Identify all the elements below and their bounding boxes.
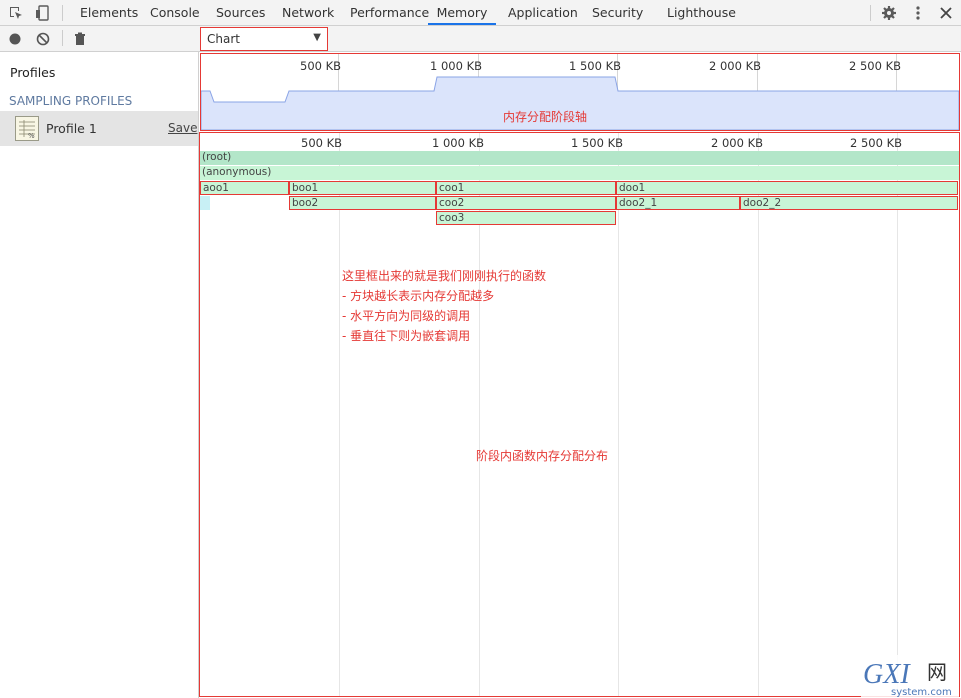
frame-doo2-1[interactable]: doo2_1: [616, 196, 740, 210]
frame-coo2[interactable]: coo2: [436, 196, 616, 210]
frame-doo2-2[interactable]: doo2_2: [740, 196, 958, 210]
view-select[interactable]: Chart ▼: [200, 27, 328, 51]
divider: [870, 5, 871, 21]
svg-text:system.com: system.com: [891, 687, 952, 698]
axis-label: 1 000 KB: [432, 136, 485, 150]
profile-item[interactable]: % Profile 1 Save: [0, 111, 198, 146]
close-icon[interactable]: [937, 4, 955, 22]
trash-icon[interactable]: [72, 31, 88, 47]
tab-elements[interactable]: Elements: [80, 0, 138, 25]
axis-label: 2 000 KB: [711, 136, 764, 150]
flame-chart[interactable]: 500 KB 1 000 KB 1 500 KB 2 000 KB 2 500 …: [199, 132, 960, 697]
more-options-icon[interactable]: [909, 4, 927, 22]
frame-root[interactable]: (root): [200, 151, 959, 165]
settings-gear-icon[interactable]: [880, 4, 898, 22]
frame-coo1[interactable]: coo1: [436, 181, 616, 195]
profiler-toolbar: [0, 26, 199, 52]
tab-memory[interactable]: Memory: [428, 0, 496, 25]
annotation-line: - 方块越长表示内存分配越多: [342, 289, 495, 303]
svg-text:%: %: [28, 132, 35, 140]
clear-icon[interactable]: [35, 31, 51, 47]
tab-network[interactable]: Network: [282, 0, 334, 25]
allocation-overview[interactable]: 500 KB 1 000 KB 1 500 KB 2 000 KB 2 500 …: [200, 53, 960, 131]
save-link[interactable]: Save: [168, 121, 197, 135]
svg-text:网: 网: [927, 660, 947, 684]
frame-coo3[interactable]: coo3: [436, 211, 616, 225]
tab-application[interactable]: Application: [508, 0, 578, 25]
site-watermark-logo: GXI 网 system.com: [861, 655, 959, 698]
profile-report-icon: %: [15, 116, 39, 141]
profiles-heading: Profiles: [10, 65, 56, 80]
sampling-profiles-heading: SAMPLING PROFILES: [9, 94, 133, 108]
record-icon[interactable]: [7, 31, 23, 47]
tab-console[interactable]: Console: [150, 0, 200, 25]
tab-lighthouse[interactable]: Lighthouse: [667, 0, 736, 25]
frame-aoo1[interactable]: aoo1: [200, 181, 289, 195]
axis-gridline: [339, 133, 340, 696]
axis-gridline: [758, 133, 759, 696]
frame-doo1[interactable]: doo1: [616, 181, 958, 195]
profile-name: Profile 1: [46, 121, 97, 136]
frame-small[interactable]: [200, 196, 210, 210]
divider: [62, 30, 63, 46]
axis-label: 2 500 KB: [850, 136, 903, 150]
frame-boo1[interactable]: boo1: [289, 181, 436, 195]
annotation-line: 这里框出来的就是我们刚刚执行的函数: [342, 269, 547, 283]
chevron-down-icon: ▼: [313, 32, 321, 43]
device-toolbar-icon[interactable]: [33, 4, 51, 22]
frame-boo2[interactable]: boo2: [289, 196, 436, 210]
svg-text:GXI: GXI: [863, 659, 911, 690]
tab-sources[interactable]: Sources: [216, 0, 265, 25]
profiles-sidebar: Profiles SAMPLING PROFILES % Profile 1 S…: [0, 52, 199, 698]
divider: [62, 5, 63, 21]
frame-anonymous[interactable]: (anonymous): [200, 166, 959, 180]
inspect-element-icon[interactable]: [7, 4, 25, 22]
axis-gridline: [618, 133, 619, 696]
overview-caption: 内存分配阶段轴: [503, 110, 588, 124]
view-toolbar: Chart ▼: [199, 26, 961, 52]
flame-caption: 阶段内函数内存分配分布: [476, 449, 609, 463]
axis-label: 500 KB: [301, 136, 343, 150]
axis-gridline: [897, 133, 898, 696]
annotation-line: - 垂直往下则为嵌套调用: [342, 329, 471, 343]
axis-label: 1 500 KB: [571, 136, 624, 150]
tab-performance[interactable]: Performance: [350, 0, 429, 25]
annotation-line: - 水平方向为同级的调用: [342, 309, 471, 323]
view-select-value: Chart: [207, 32, 240, 46]
devtools-tabbar: Elements Console Sources Network Perform…: [0, 0, 961, 26]
tab-security[interactable]: Security: [592, 0, 643, 25]
